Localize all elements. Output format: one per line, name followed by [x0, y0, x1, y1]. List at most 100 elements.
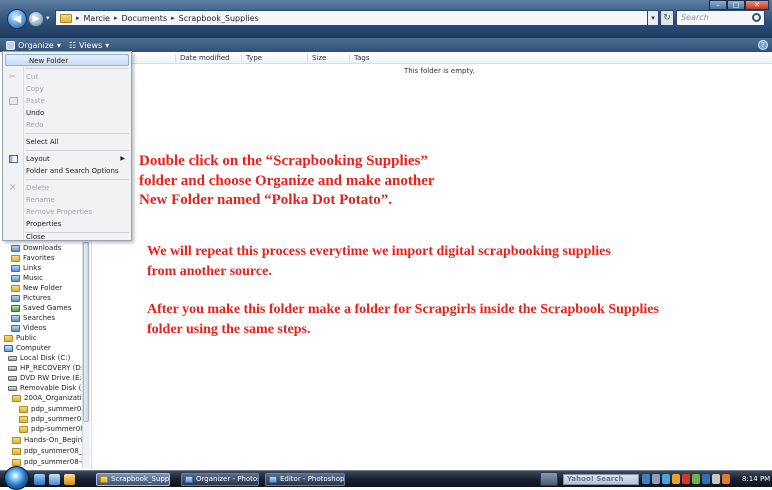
- address-bar[interactable]: ▸ Marcie ▸ Documents ▸ Scrapbook_Supplie…: [55, 10, 648, 26]
- menu-item-folder-search-options[interactable]: Folder and Search Options: [3, 165, 131, 177]
- instruction-line: from another source.: [147, 264, 272, 279]
- menu-separator: [25, 133, 129, 134]
- instruction-line: New Folder named “Polka Dot Potato”.: [139, 192, 393, 208]
- tray-update-icon[interactable]: [692, 474, 700, 484]
- tree-item-pictures[interactable]: Pictures: [11, 294, 51, 302]
- menu-item-close[interactable]: Close: [3, 234, 131, 242]
- paste-icon: [9, 97, 18, 105]
- tray-volume-icon[interactable]: [712, 474, 720, 484]
- tree-item-label: Removable Disk (F:): [20, 384, 90, 392]
- tree-item-dvd-rw-drive-e[interactable]: DVD RW Drive (E:): [8, 374, 85, 382]
- menu-item-properties[interactable]: Properties: [3, 218, 131, 230]
- tree-item-label: DVD RW Drive (E:): [20, 374, 85, 382]
- organize-button[interactable]: Organize ▾: [6, 40, 61, 50]
- taskbar-button-organizer[interactable]: Organizer - Photosh...: [181, 473, 259, 486]
- breadcrumb-marcie[interactable]: Marcie: [84, 14, 110, 23]
- yahoo-search-input[interactable]: Yahoo! Search: [563, 474, 639, 485]
- views-icon: ☷: [68, 40, 77, 50]
- tree-item-music[interactable]: Music: [11, 274, 43, 282]
- tree-item-videos[interactable]: Videos: [11, 324, 46, 332]
- organize-menu: New Folder ✂ Cut Copy Paste Undo Redo Sel…: [2, 51, 132, 241]
- navigation-scrollbar-thumb[interactable]: [83, 242, 89, 422]
- menu-item-layout[interactable]: Layout ▶: [3, 153, 131, 165]
- tree-item-label: Searches: [23, 314, 56, 322]
- tree-item-pdp-summer08-b[interactable]: pdp_summer08-: [19, 415, 88, 423]
- scissors-icon: ✂: [9, 72, 16, 81]
- menu-separator: [25, 150, 129, 151]
- tree-item-hands-on-beginn[interactable]: Hands-On_Beginn: [12, 436, 87, 444]
- tray-bluetooth-icon[interactable]: [702, 474, 710, 484]
- tree-item-downloads[interactable]: Downloads: [11, 244, 61, 252]
- tree-item-pdp-summer08-c[interactable]: pdp-summer08_: [19, 425, 88, 433]
- breadcrumb-scrapbook-supplies[interactable]: Scrapbook_Supplies: [179, 14, 259, 23]
- tree-item-label: Pictures: [23, 294, 51, 302]
- maximize-icon[interactable]: □: [727, 0, 745, 10]
- menu-item-remove-properties[interactable]: Remove Properties: [3, 206, 131, 218]
- minimize-icon[interactable]: –: [709, 0, 727, 10]
- tree-item-hp-recovery-d[interactable]: HP_RECOVERY (D:): [8, 364, 86, 372]
- drive-icon: [8, 355, 17, 361]
- tray-arrow-icon[interactable]: [652, 474, 660, 484]
- taskbar-button-scrapbook-supplies[interactable]: Scrapbook_Supplies: [96, 473, 170, 486]
- instruction-line: After you make this folder make a folder…: [147, 302, 659, 317]
- views-button[interactable]: ☷ Views ▾: [69, 41, 109, 50]
- tray-network-icon[interactable]: [662, 474, 670, 484]
- address-dropdown-icon[interactable]: ▾: [647, 10, 659, 26]
- column-type[interactable]: Type: [241, 54, 262, 63]
- tree-item-searches[interactable]: Searches: [11, 314, 55, 322]
- refresh-icon[interactable]: ↻: [660, 10, 674, 26]
- tree-item-public[interactable]: Public: [4, 334, 37, 342]
- tree-item-favorites[interactable]: Favorites: [11, 254, 55, 262]
- back-arrow-icon[interactable]: ◀: [7, 9, 27, 29]
- column-tags[interactable]: Tags: [349, 54, 370, 63]
- tree-item-links[interactable]: Links: [11, 264, 41, 272]
- help-icon[interactable]: ?: [758, 40, 768, 50]
- firefox-icon[interactable]: [64, 474, 75, 485]
- menu-item-new-folder[interactable]: New Folder: [5, 54, 129, 66]
- command-toolbar: Organize ▾ ☷ Views ▾ ?: [0, 38, 772, 52]
- chevron-down-icon: ▾: [56, 40, 61, 50]
- tree-item-pdp-summer08-a[interactable]: pdp_summer08_: [19, 405, 89, 413]
- show-desktop-icon[interactable]: [34, 474, 45, 485]
- menu-item-cut[interactable]: ✂ Cut: [3, 71, 131, 83]
- taskbar-button-editor[interactable]: Editor - Photoshop ...: [265, 473, 345, 486]
- menu-item-paste[interactable]: Paste: [3, 95, 131, 107]
- menu-item-cut-label: Cut: [26, 73, 39, 81]
- tree-item-pdp-summer08-pc[interactable]: pdp_summer08_pc: [12, 447, 90, 455]
- yahoo-icon[interactable]: [540, 472, 558, 486]
- tree-item-200a-organization[interactable]: 200A_Organization: [12, 394, 90, 402]
- folder-icon: [19, 425, 28, 433]
- menu-item-redo[interactable]: Redo: [3, 119, 131, 131]
- menu-item-delete[interactable]: ✕ Delete: [3, 182, 131, 194]
- tray-security-icon[interactable]: [682, 474, 690, 484]
- folder-icon: [19, 415, 28, 423]
- menu-item-undo[interactable]: Undo: [3, 107, 131, 119]
- search-icon[interactable]: [752, 13, 761, 22]
- recent-pages-dropdown-icon[interactable]: ▾: [46, 14, 50, 22]
- search-input[interactable]: Search: [676, 10, 765, 26]
- tree-item-label: Local Disk (C:): [20, 354, 71, 362]
- tree-item-computer[interactable]: Computer: [4, 344, 51, 352]
- tray-power-icon[interactable]: [722, 474, 730, 484]
- tray-search-icon[interactable]: [642, 474, 650, 484]
- taskbar-clock[interactable]: 8:14 PM: [742, 474, 770, 484]
- menu-item-copy[interactable]: Copy: [3, 83, 131, 95]
- column-size[interactable]: Size: [307, 54, 326, 63]
- tree-item-removable-disk-f[interactable]: Removable Disk (F:): [8, 384, 90, 392]
- tree-item-saved-games[interactable]: Saved Games: [11, 304, 71, 312]
- tray-app-icon[interactable]: [672, 474, 680, 484]
- tree-item-pdp-summer08-er[interactable]: pdp_summer08-er: [12, 458, 88, 466]
- close-window-icon[interactable]: ✕: [745, 0, 769, 10]
- start-button-icon[interactable]: [4, 466, 29, 490]
- tree-item-new-folder[interactable]: New Folder: [11, 284, 62, 292]
- switch-windows-icon[interactable]: [49, 474, 60, 485]
- forward-arrow-icon[interactable]: ▶: [28, 11, 44, 27]
- menu-item-layout-label: Layout: [26, 155, 50, 163]
- menu-item-select-all[interactable]: Select All: [3, 136, 131, 148]
- breadcrumb-documents[interactable]: Documents: [122, 14, 168, 23]
- tree-item-local-disk-c[interactable]: Local Disk (C:): [8, 354, 70, 362]
- tree-item-label: Downloads: [23, 244, 62, 252]
- column-headers: Date modified Type Size Tags: [131, 52, 772, 64]
- column-date-modified[interactable]: Date modified: [175, 54, 230, 63]
- menu-item-rename[interactable]: Rename: [3, 194, 131, 206]
